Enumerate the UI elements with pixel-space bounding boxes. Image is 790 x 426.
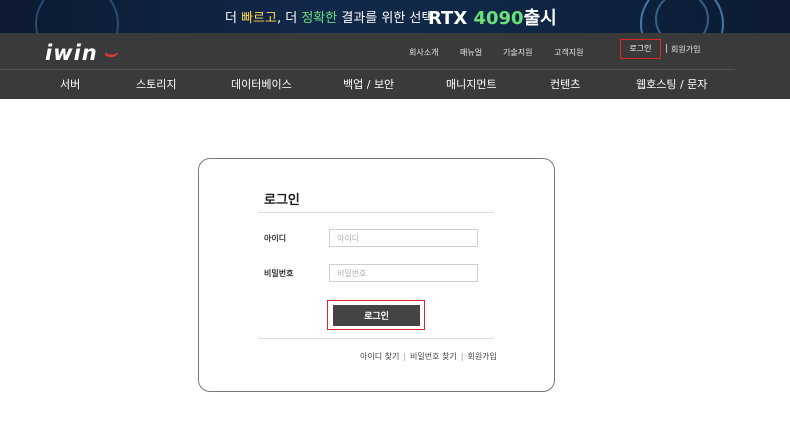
topnav-manual[interactable]: 매뉴얼: [460, 47, 482, 58]
nav-contents[interactable]: 컨텐츠: [550, 76, 580, 92]
login-button[interactable]: 로그인: [333, 305, 420, 326]
link-separator: |: [403, 352, 407, 361]
site-header: iwin ⌣ 회사소개 매뉴얼 기술지원 고객지원 로그인 회원가입 서버 스토…: [0, 33, 790, 99]
password-label: 비밀번호: [264, 269, 294, 278]
header-login-link[interactable]: 로그인: [620, 39, 661, 59]
nav-management[interactable]: 매니지먼트: [446, 76, 497, 92]
banner-decoration: [655, 0, 709, 33]
promo-banner[interactable]: 더 빠르고, 더 정확한 결과를 위한 선택 RTX 4090출시: [0, 0, 790, 33]
site-logo[interactable]: iwin ⌣: [45, 41, 118, 66]
topnav-customer-support[interactable]: 고객지원: [554, 47, 583, 58]
join-link[interactable]: 회원가입: [467, 352, 496, 361]
topnav-tech-support[interactable]: 기술지원: [503, 47, 532, 58]
find-password-link[interactable]: 비밀번호 찾기: [410, 352, 457, 361]
nav-server[interactable]: 서버: [60, 76, 80, 92]
topnav-company[interactable]: 회사소개: [409, 47, 438, 58]
password-input[interactable]: [329, 264, 478, 282]
nav-storage[interactable]: 스토리지: [136, 76, 176, 92]
header-divider: [0, 69, 735, 70]
id-label: 아이디: [264, 234, 287, 243]
find-id-link[interactable]: 아이디 찾기: [360, 352, 399, 361]
nav-backup-security[interactable]: 백업 / 보안: [343, 76, 394, 92]
account-links: 아이디 찾기 | 비밀번호 찾기 | 회원가입: [360, 351, 497, 362]
divider: [258, 212, 494, 213]
header-join-link[interactable]: 회원가입: [671, 44, 700, 55]
banner-product: RTX 4090출시: [428, 8, 557, 29]
link-separator: |: [460, 352, 464, 361]
banner-headline: 더 빠르고, 더 정확한 결과를 위한 선택: [225, 11, 434, 26]
divider: [666, 44, 667, 53]
nav-database[interactable]: 데이터베이스: [231, 76, 292, 92]
divider: [258, 338, 494, 339]
banner-decoration: [35, 0, 119, 33]
id-input[interactable]: [329, 229, 478, 247]
nav-webhosting-sms[interactable]: 웹호스팅 / 문자: [636, 76, 707, 92]
logo-smile-icon: ⌣: [97, 41, 118, 65]
login-title: 로그인: [264, 193, 300, 208]
